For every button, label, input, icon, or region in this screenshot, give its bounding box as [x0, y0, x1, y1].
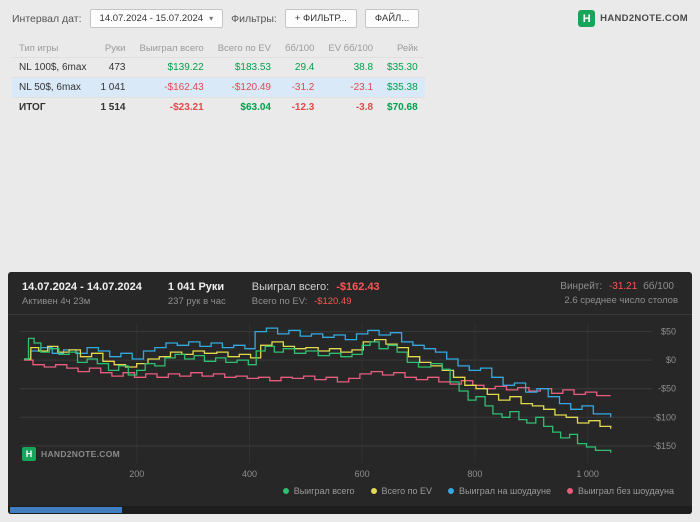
- legend-label: Выиграл всего: [293, 486, 355, 496]
- x-axis-tick-label: 800: [467, 469, 482, 479]
- ev-total-label: Всего по EV:: [251, 296, 308, 307]
- winrate-unit: бб/100: [643, 281, 674, 292]
- app-window: { "brand": { "name": "HAND2NOTE.COM", "i…: [0, 0, 700, 522]
- date-range-selector[interactable]: 14.07.2024 - 15.07.2024 ▾: [89, 9, 224, 28]
- chevron-down-icon: ▾: [209, 13, 214, 23]
- legend-dot-icon: [282, 488, 289, 494]
- avg-tables: 2.6 среднее число столов: [564, 295, 678, 306]
- session-hands-per-hour: 237 рук в час: [167, 296, 226, 307]
- legend-dot-icon: [370, 488, 377, 494]
- chart-area: 200 400 600 800 1 000 $50 $0 -$50 -$100 -$150 H H…: [20, 319, 680, 483]
- table-row[interactable]: NL 100$, 6max 473 $139.22 $183.53 29.4 38.8 $3…: [12, 57, 425, 78]
- legend-item[interactable]: Выиграл на шоудауне: [448, 486, 551, 496]
- brand-name: HAND2NOTE.COM: [600, 13, 688, 24]
- legend-item[interactable]: Выиграл всего: [282, 486, 355, 496]
- table-cell: $35.30: [380, 57, 425, 78]
- y-axis-tick-label: $50: [661, 327, 676, 337]
- table-cell: -31.2: [277, 77, 322, 98]
- chart-series-line: [24, 359, 611, 397]
- scrollbar-thumb[interactable]: [10, 507, 122, 513]
- y-axis-tick-label: -$50: [658, 384, 676, 394]
- y-axis-tick-label: $0: [666, 355, 676, 365]
- x-axis-tick-label: 400: [242, 469, 257, 479]
- watermark-text: HAND2NOTE.COM: [41, 449, 120, 459]
- date-range-value: 14.07.2024 - 15.07.2024: [99, 13, 204, 24]
- table-cell: $70.68: [380, 97, 425, 117]
- hand2note-logo-icon: H: [22, 447, 36, 461]
- session-winrate-block: Винрейт: -31.21 бб/100 2.6 среднее число…: [560, 281, 678, 307]
- date-interval-label: Интервал дат:: [12, 12, 82, 25]
- session-date-range: 14.07.2024 - 14.07.2024: [22, 281, 142, 293]
- chart-series-line: [24, 338, 612, 429]
- toolbar: Интервал дат: 14.07.2024 - 15.07.2024 ▾ …: [0, 0, 700, 28]
- table-cell: -12.3: [277, 97, 322, 117]
- chart-series-line: [24, 337, 612, 453]
- table-cell: -$23.21: [132, 97, 211, 117]
- session-active-time: Активен 4ч 23м: [22, 296, 91, 307]
- winrate-label: Винрейт:: [560, 281, 603, 292]
- column-header[interactable]: Выиграл всего: [132, 40, 210, 58]
- table-cell: 38.8: [321, 57, 381, 78]
- column-header[interactable]: Всего по EV: [211, 40, 278, 58]
- column-header[interactable]: Руки: [93, 40, 132, 58]
- horizontal-scrollbar[interactable]: [8, 506, 692, 514]
- filters-label: Фильтры:: [231, 12, 277, 25]
- column-header[interactable]: EV бб/100: [321, 40, 380, 58]
- won-total-value: -$162.43: [336, 281, 380, 293]
- table-row[interactable]: ИТОГ 1 514 -$23.21 $63.04 -12.3 -3.8 $70.68: [12, 97, 425, 117]
- table-cell: NL 100$, 6max: [12, 57, 94, 78]
- chart-legend: Выиграл всего Всего по EV Выиграл на шоуда…: [8, 483, 692, 496]
- table-cell: -$120.49: [210, 77, 278, 98]
- session-winnings-block: Выиграл всего: -$162.43 Всего по EV: -$1…: [252, 281, 380, 307]
- legend-item[interactable]: Всего по EV: [370, 486, 433, 496]
- session-dates-block: 14.07.2024 - 14.07.2024 Активен 4ч 23м: [22, 281, 142, 307]
- ev-total-value: -$120.49: [314, 296, 352, 307]
- chart-watermark: H HAND2NOTE.COM: [22, 447, 120, 461]
- session-hands: 1 041 Руки: [167, 281, 225, 293]
- brand-logo: H HAND2NOTE.COM: [578, 10, 688, 27]
- y-axis-tick-label: -$100: [653, 412, 676, 422]
- legend-label: Выиграл на шоудауне: [459, 486, 551, 496]
- x-axis-tick-label: 1 000: [576, 469, 599, 479]
- table-header-row: Тип игры Руки Выиграл всего Всего по EV бб/1…: [12, 40, 425, 58]
- session-chart-panel: 14.07.2024 - 14.07.2024 Активен 4ч 23м 1…: [8, 272, 692, 514]
- legend-dot-icon: [567, 488, 573, 494]
- table-cell: NL 50$, 6max: [12, 77, 94, 98]
- won-total-label: Выиграл всего:: [251, 281, 330, 293]
- table-cell: 473: [93, 57, 133, 78]
- legend-label: Всего по EV: [381, 486, 433, 496]
- table-cell: $63.04: [210, 97, 278, 117]
- session-header: 14.07.2024 - 14.07.2024 Активен 4ч 23м 1…: [8, 272, 692, 315]
- table-cell: -23.1: [321, 77, 381, 98]
- table-cell: $139.22: [132, 57, 211, 78]
- table-row[interactable]: NL 50$, 6max 1 041 -$162.43 -$120.49 -31.2 -2…: [12, 77, 425, 98]
- winrate-value: -31.21: [608, 281, 638, 292]
- legend-item[interactable]: Выиграл без шоудауна: [567, 486, 674, 496]
- table-cell: -$162.43: [132, 77, 211, 98]
- x-axis-tick-label: 600: [355, 469, 370, 479]
- table-cell: $183.53: [210, 57, 278, 78]
- table-cell: 1 041: [93, 77, 133, 98]
- file-button[interactable]: ФАЙЛ...: [364, 9, 420, 28]
- table-cell: $35.38: [380, 77, 425, 98]
- table-cell: ИТОГ: [12, 97, 94, 117]
- column-header[interactable]: Рейк: [380, 40, 425, 58]
- session-hands-block: 1 041 Руки 237 рук в час: [168, 281, 226, 307]
- column-header[interactable]: бб/100: [278, 40, 321, 58]
- stats-table: Тип игры Руки Выиграл всего Всего по EV бб/1…: [12, 40, 425, 117]
- legend-dot-icon: [448, 488, 455, 494]
- table-cell: 1 514: [93, 97, 133, 117]
- x-axis-tick-label: 200: [129, 469, 144, 479]
- table-cell: 29.4: [277, 57, 322, 78]
- y-axis-tick-label: -$150: [653, 441, 676, 451]
- column-header[interactable]: Тип игры: [12, 40, 93, 58]
- legend-label: Выиграл без шоудауна: [578, 486, 674, 496]
- add-filter-button[interactable]: + ФИЛЬТР...: [284, 9, 357, 28]
- table-cell: -3.8: [321, 97, 381, 117]
- hand2note-logo-icon: H: [578, 10, 596, 27]
